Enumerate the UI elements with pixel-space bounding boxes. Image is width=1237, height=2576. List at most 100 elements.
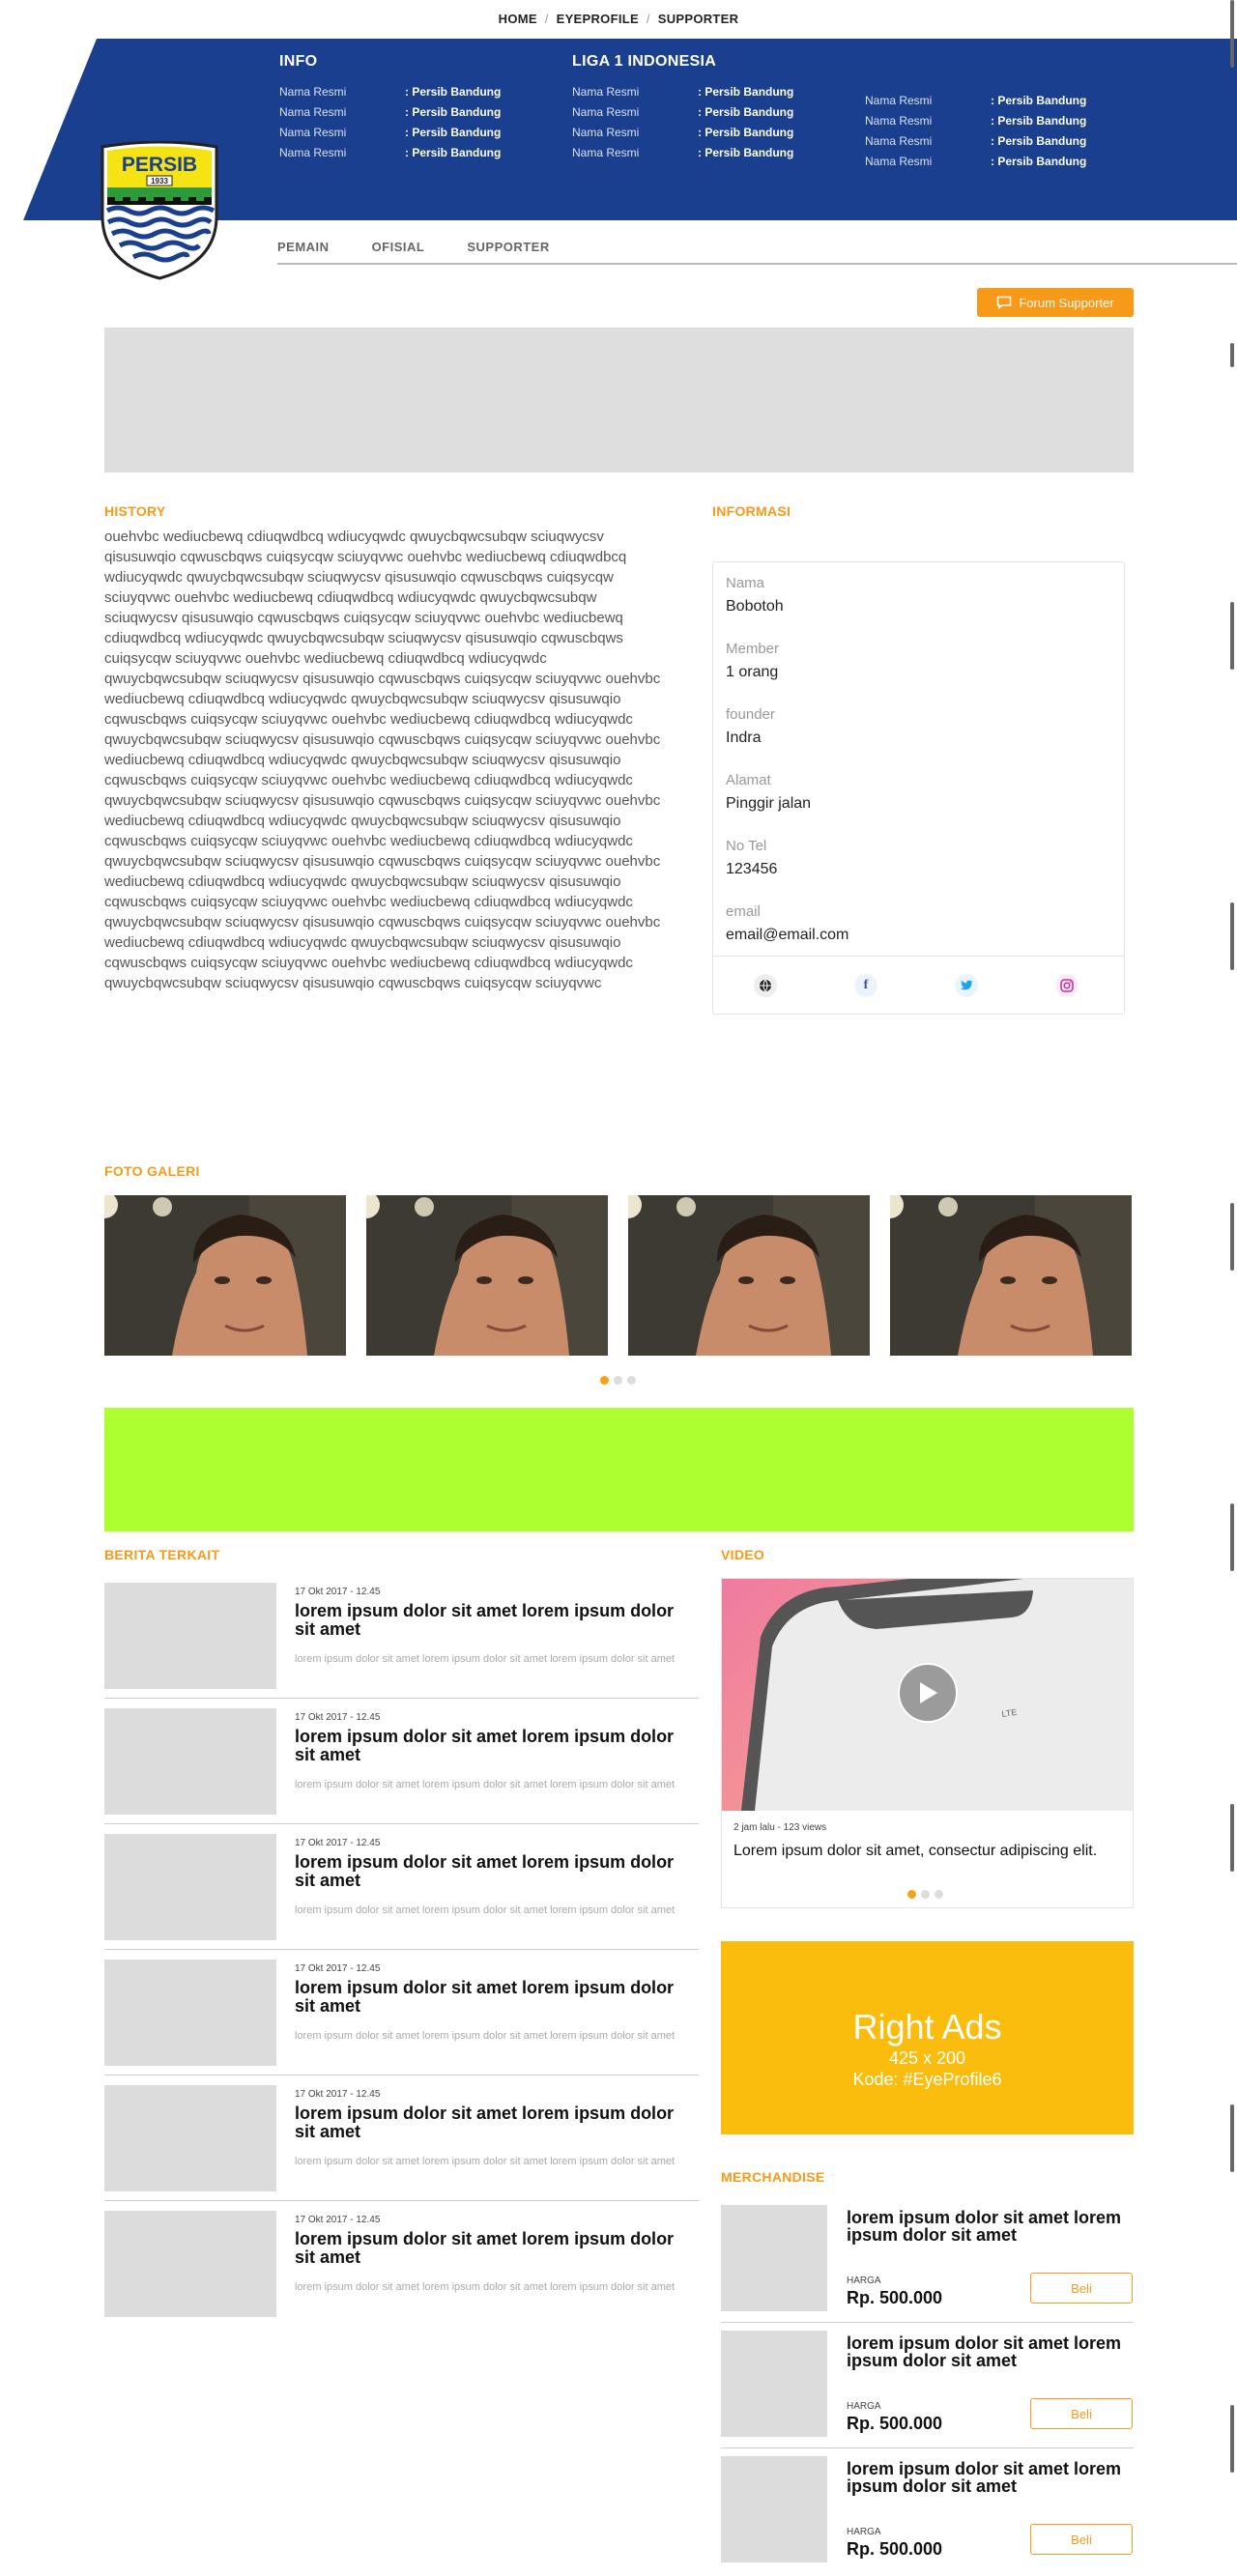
pagination-dot[interactable] [614,1376,622,1385]
right-ad-banner[interactable]: Right Ads 425 x 200 Kode: #EyeProfile6 [721,1941,1134,2134]
news-title[interactable]: lorem ipsum dolor sit amet lorem ipsum d… [295,1728,681,1764]
scroll-marker[interactable] [1230,602,1234,670]
logo-text: PERSIB [122,154,197,176]
profile-tabs: PEMAIN OFISIAL SUPPORTER [277,240,550,254]
video-card[interactable]: LTE 2 jam lalu - 123 views Lorem ipsum d… [721,1578,1134,1908]
globe-icon[interactable] [754,974,777,997]
news-description: lorem ipsum dolor sit amet lorem ipsum d… [295,1904,676,1916]
news-item[interactable]: 17 Okt 2017 - 12.45 lorem ipsum dolor si… [104,1960,699,2066]
league-title: LIGA 1 INDONESIA [572,53,717,70]
news-divider [104,1949,699,1950]
forum-supporter-button[interactable]: Forum Supporter [977,288,1134,317]
video-thumbnail[interactable]: LTE [722,1579,1133,1811]
merch-thumbnail[interactable] [721,2205,827,2311]
news-title[interactable]: lorem ipsum dolor sit amet lorem ipsum d… [295,1853,681,1890]
gallery-photo[interactable] [104,1195,346,1356]
merch-title[interactable]: lorem ipsum dolor sit amet lorem ipsum d… [847,2460,1127,2495]
info-field-email: email email@email.com [726,903,849,943]
news-item[interactable]: 17 Okt 2017 - 12.45 lorem ipsum dolor si… [104,1834,699,1940]
merch-price: Rp. 500.000 [847,2288,943,2307]
gallery-photo[interactable] [890,1195,1132,1356]
tab-pemain[interactable]: PEMAIN [277,240,330,254]
merch-price-label: HARGA [847,2275,881,2286]
top-ad-banner[interactable] [104,328,1134,472]
merch-price-label: HARGA [847,2401,881,2412]
merch-thumbnail[interactable] [721,2331,827,2437]
pagination-dot[interactable] [921,1890,930,1899]
persib-crest-icon: PERSIB 1933 [101,140,218,280]
video-meta: 2 jam lalu - 123 views [734,1822,827,1833]
news-title[interactable]: lorem ipsum dolor sit amet lorem ipsum d… [295,2230,681,2267]
news-description: lorem ipsum dolor sit amet lorem ipsum d… [295,1653,676,1665]
extra-row: Nama Resmi: Persib Bandung [865,155,1087,168]
player-portrait-image [104,1195,346,1356]
tab-supporter[interactable]: SUPPORTER [467,240,549,254]
berita-title: BERITA TERKAIT [104,1547,220,1562]
info-field-no-tel: No Tel 123456 [726,838,778,877]
news-item[interactable]: 17 Okt 2017 - 12.45 lorem ipsum dolor si… [104,2211,699,2317]
logo-year: 1933 [151,177,168,186]
merch-item: lorem ipsum dolor sit amet lorem ipsum d… [721,2456,1134,2562]
news-thumbnail [104,2085,276,2191]
scroll-marker[interactable] [1230,2104,1234,2172]
merch-title[interactable]: lorem ipsum dolor sit amet lorem ipsum d… [847,2334,1127,2369]
merch-thumbnail[interactable] [721,2456,827,2562]
pagination-dot[interactable] [935,1890,943,1899]
pagination-dot[interactable] [907,1890,916,1899]
tab-ofisial[interactable]: OFISIAL [372,240,425,254]
scroll-marker[interactable] [1230,343,1234,367]
buy-button[interactable]: Beli [1030,2398,1133,2429]
player-portrait-image [628,1195,870,1356]
news-title[interactable]: lorem ipsum dolor sit amet lorem ipsum d… [295,1979,681,2016]
video-caption[interactable]: Lorem ipsum dolor sit amet, consectur ad… [734,1842,1125,1861]
news-date: 17 Okt 2017 - 12.45 [295,1587,381,1597]
play-icon[interactable] [898,1663,958,1723]
history-title: HISTORY [104,503,166,519]
pagination-dot[interactable] [600,1376,609,1385]
middle-ad-banner[interactable] [104,1408,1134,1531]
gallery-photo[interactable] [366,1195,608,1356]
news-title[interactable]: lorem ipsum dolor sit amet lorem ipsum d… [295,2104,681,2141]
info-field-founder: founder Indra [726,706,775,746]
scroll-marker[interactable] [1230,1503,1234,1571]
twitter-icon[interactable] [955,974,978,997]
scroll-marker[interactable] [1230,1804,1234,1872]
buy-button[interactable]: Beli [1030,2524,1133,2555]
pagination-dot[interactable] [627,1376,636,1385]
scroll-marker[interactable] [1230,2405,1234,2473]
buy-button[interactable]: Beli [1030,2273,1133,2304]
nav-eyeprofile-link[interactable]: EYEPROFILE [557,12,639,26]
merchandise-title: MERCHANDISE [721,2169,825,2185]
right-ad-code: Kode: #EyeProfile6 [852,2070,1002,2089]
video-pagination [907,1890,943,1899]
extra-row: Nama Resmi: Persib Bandung [865,94,1087,107]
news-thumbnail [104,1583,276,1689]
card-divider [713,956,1124,957]
nav-supporter-link[interactable]: SUPPORTER [658,12,739,26]
nav-separator: / [544,12,549,26]
scroll-marker[interactable] [1230,1203,1234,1271]
instagram-icon[interactable] [1055,974,1079,997]
news-item[interactable]: 17 Okt 2017 - 12.45 lorem ipsum dolor si… [104,2085,699,2191]
news-date: 17 Okt 2017 - 12.45 [295,2089,381,2100]
scroll-marker[interactable] [1230,902,1234,970]
merch-title[interactable]: lorem ipsum dolor sit amet lorem ipsum d… [847,2209,1127,2244]
nav-home-link[interactable]: HOME [499,12,537,26]
news-title[interactable]: lorem ipsum dolor sit amet lorem ipsum d… [295,1602,681,1639]
news-divider [104,2200,699,2201]
league-row: Nama Resmi: Persib Bandung [572,126,794,139]
merch-item: lorem ipsum dolor sit amet lorem ipsum d… [721,2205,1134,2311]
league-column: LIGA 1 INDONESIA Nama Resmi: Persib Band… [572,53,793,163]
gallery-photo[interactable] [628,1195,870,1356]
info-field-nama: Nama Bobotoh [726,575,784,615]
news-item[interactable]: 17 Okt 2017 - 12.45 lorem ipsum dolor si… [104,1708,699,1815]
info-title: INFO [279,53,318,70]
history-text: ouehvbc wediucbewq cdiuqwdbcq wdiucyqwdc… [104,529,661,991]
facebook-icon[interactable]: f [854,974,877,997]
merch-divider [721,2322,1134,2323]
info-row: Nama Resmi: Persib Bandung [279,146,502,159]
news-item[interactable]: 17 Okt 2017 - 12.45 lorem ipsum dolor si… [104,1583,699,1689]
scroll-marker[interactable] [1230,0,1234,68]
club-logo[interactable]: PERSIB 1933 [99,140,220,280]
player-portrait-image [890,1195,1132,1356]
